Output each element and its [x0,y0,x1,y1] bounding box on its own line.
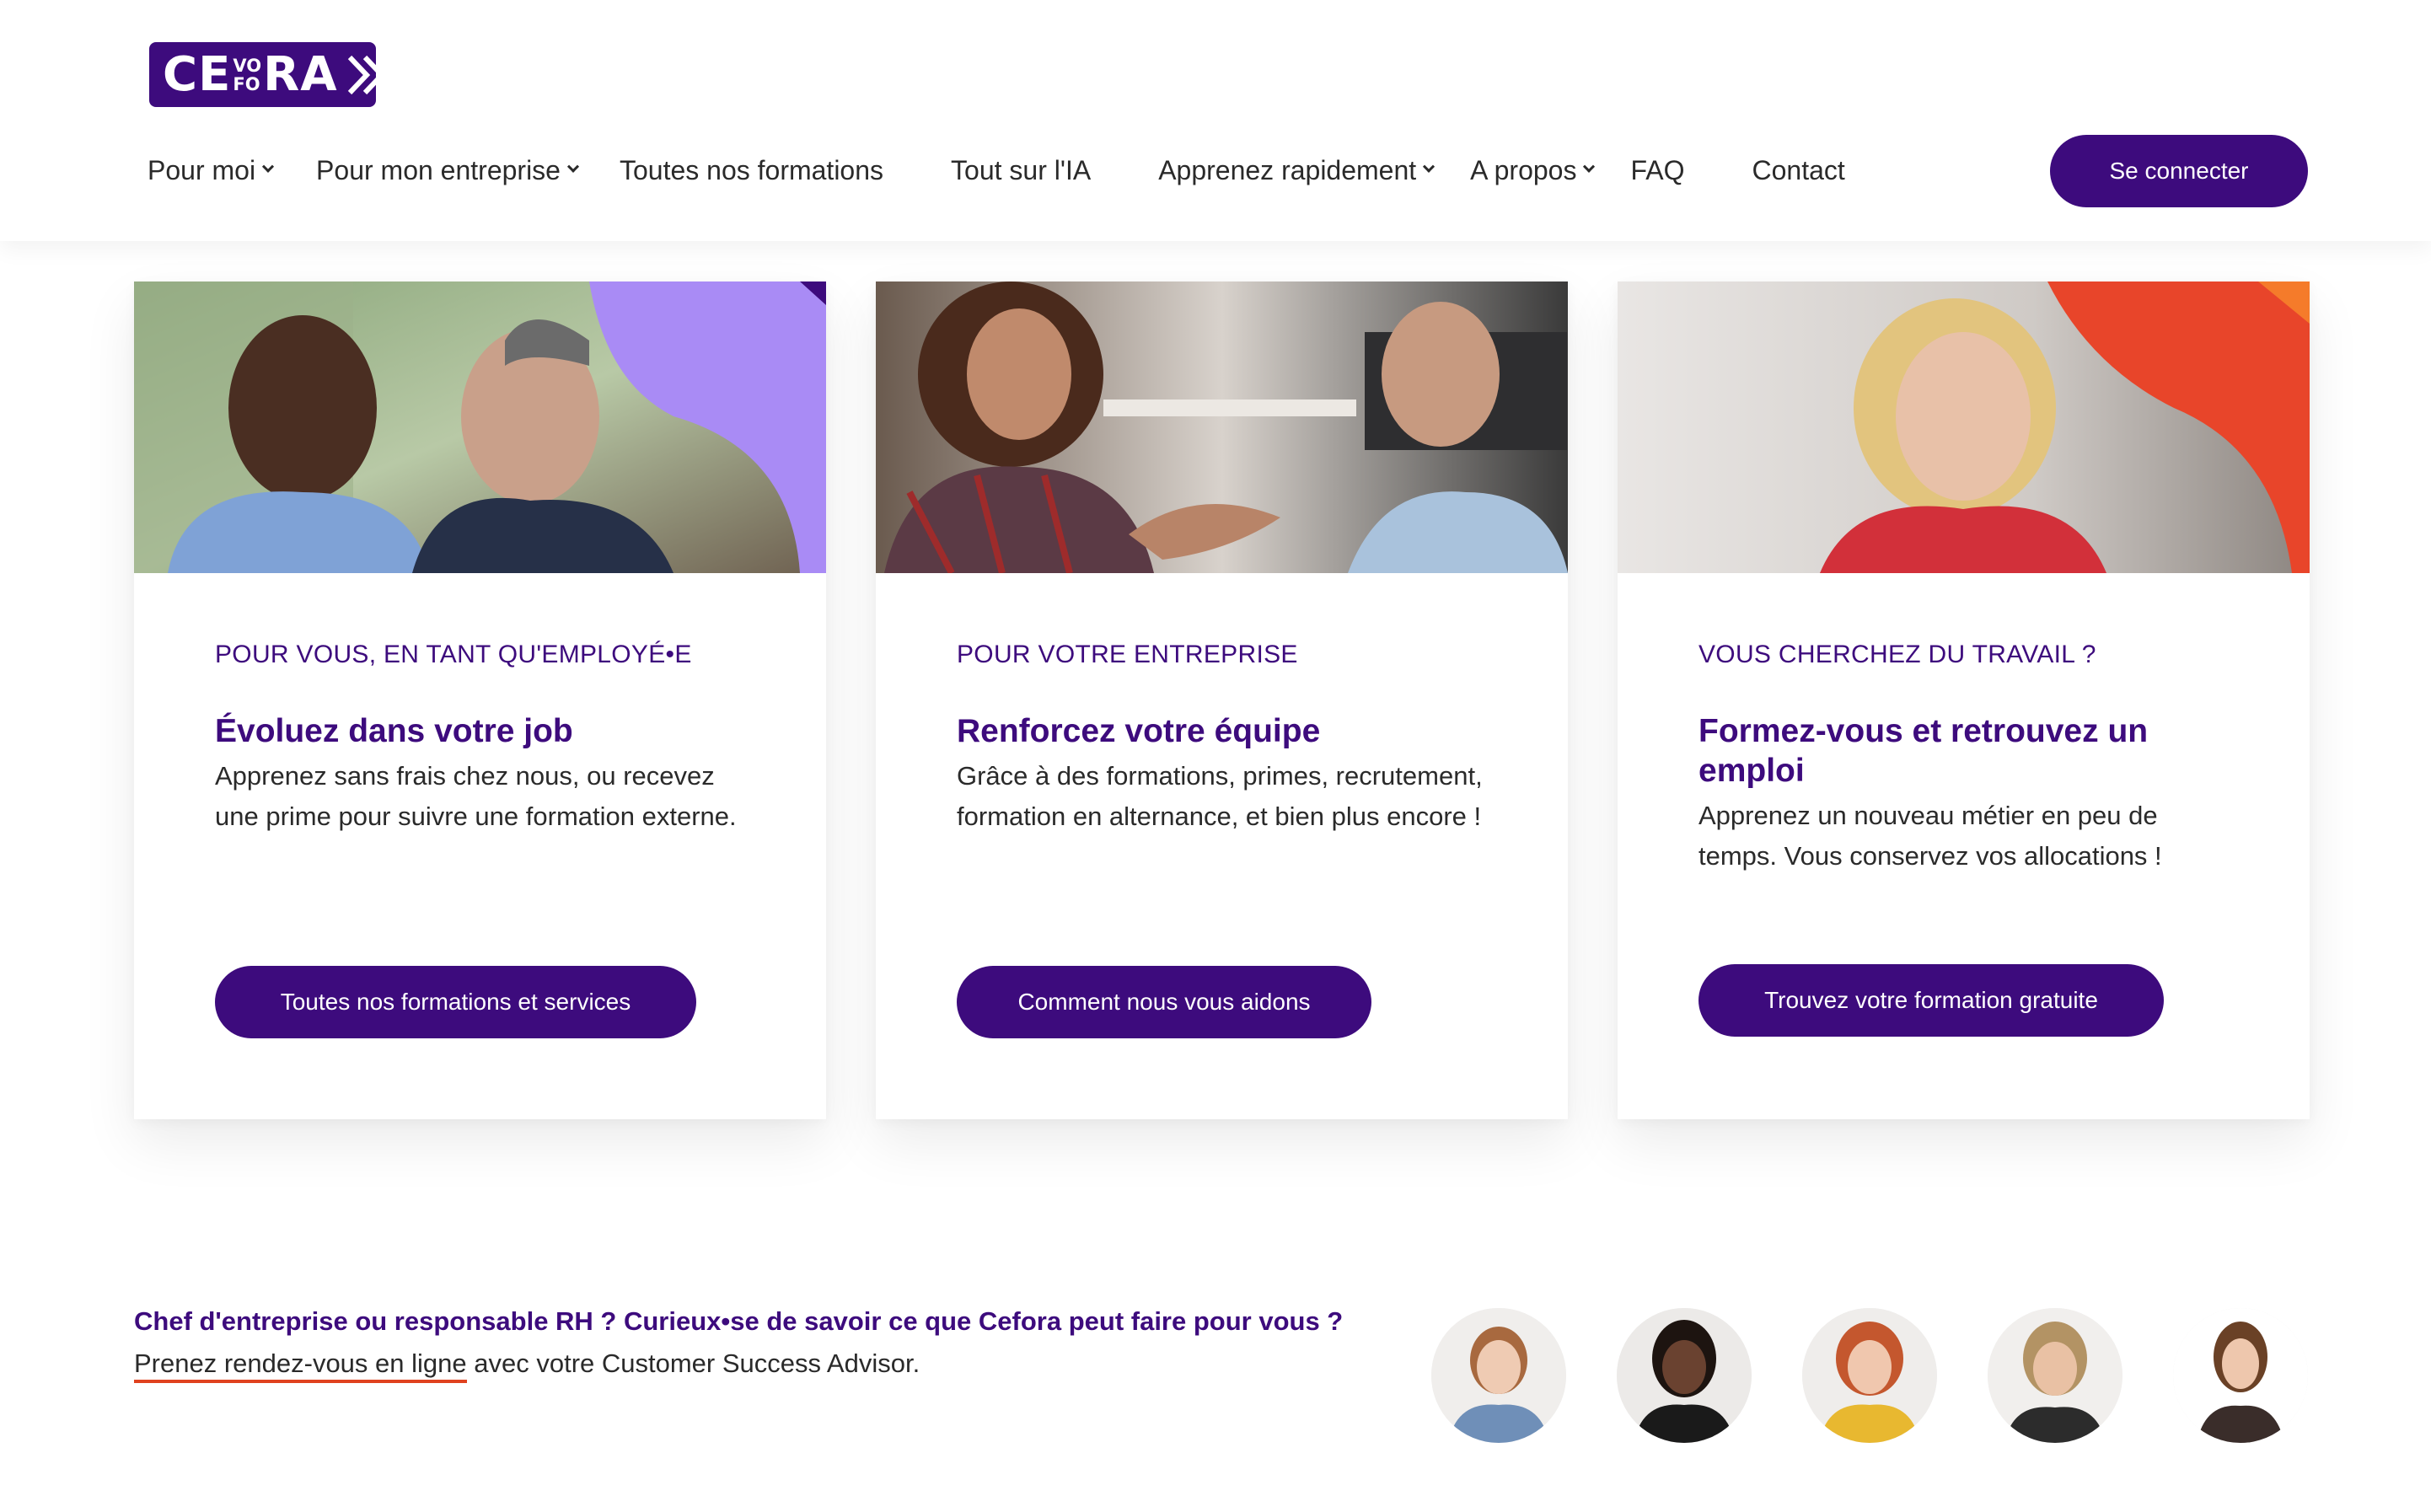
nav-toutes-nos-formations[interactable]: Toutes nos formations [620,145,883,196]
card-body: VOUS CHERCHEZ DU TRAVAIL ? Formez-vous e… [1698,641,2229,877]
card-text: Grâce à des formations, primes, recrutem… [957,761,1483,831]
chevron-down-icon [1583,160,1596,173]
card-company: POUR VOTRE ENTREPRISE Renforcez votre éq… [876,281,1568,1119]
advisor-avatar [1431,1308,1566,1443]
chevron-down-icon [261,160,275,173]
cefora-logo[interactable]: CE VO FO RA [149,42,400,107]
logo-text-left: CE [163,47,232,102]
card-title: Renforcez votre équipe [957,713,1321,749]
card-body: POUR VOTRE ENTREPRISE Renforcez votre éq… [957,641,1487,837]
nav-pour-mon-entreprise[interactable]: Pour mon entreprise [316,145,580,196]
cta-title: Chef d'entreprise ou responsable RH ? Cu… [134,1306,1344,1336]
nav-tout-sur-ia[interactable]: Tout sur l'IA [951,145,1091,196]
card-text: Apprenez sans frais chez nous, ou receve… [215,761,737,831]
site-header: CE VO FO RA Pour moi Pour mon entreprise [0,0,2431,241]
advisor-avatar [1988,1308,2122,1443]
logo-chevrons-icon [346,54,407,96]
nav-faq[interactable]: FAQ [1630,145,1684,196]
card-title: Formez-vous et retrouvez un emploi [1698,713,2149,789]
login-button[interactable]: Se connecter [2050,135,2308,207]
card-jobseeker: VOUS CHERCHEZ DU TRAVAIL ? Formez-vous e… [1618,281,2310,1119]
card-image-employees [134,281,826,573]
find-free-training-button[interactable]: Trouvez votre formation gratuite [1698,964,2164,1037]
nav-pour-moi[interactable]: Pour moi [148,145,275,196]
advisor-avatar [2173,1308,2308,1443]
card-eyebrow: POUR VOTRE ENTREPRISE [957,641,1298,668]
card-eyebrow: POUR VOUS, EN TANT QU'EMPLOYÉ•E [215,641,692,668]
chevron-down-icon [1423,160,1436,173]
card-text: Apprenez un nouveau métier en peu de tem… [1698,801,2162,871]
cta-rest-text: avec votre Customer Success Advisor. [466,1348,920,1378]
cta-line: Prenez rendez-vous en ligne avec votre C… [134,1348,920,1383]
nav-contact[interactable]: Contact [1752,145,1844,196]
logo-text-stack: VO FO [233,55,262,94]
nav-a-propos[interactable]: A propos [1470,145,1596,196]
card-image-woman [1618,281,2310,573]
card-eyebrow: VOUS CHERCHEZ DU TRAVAIL ? [1698,641,2096,668]
main-nav: Pour moi Pour mon entreprise Toutes nos … [148,145,1845,196]
card-title: Évoluez dans votre job [215,713,573,749]
all-trainings-services-button[interactable]: Toutes nos formations et services [215,966,696,1038]
page: CE VO FO RA Pour moi Pour mon entreprise [0,0,2431,1512]
logo-text-right: RA [263,47,338,102]
chevron-down-icon [566,160,580,173]
how-we-help-button[interactable]: Comment nous vous aidons [957,966,1371,1038]
advisor-avatar [1802,1308,1937,1443]
nav-apprenez-rapidement[interactable]: Apprenez rapidement [1158,145,1436,196]
book-appointment-link[interactable]: Prenez rendez-vous en ligne [134,1348,467,1383]
card-image-handshake [876,281,1568,573]
card-employee: POUR VOUS, EN TANT QU'EMPLOYÉ•E Évoluez … [134,281,826,1119]
advisor-avatar [1617,1308,1752,1443]
card-body: POUR VOUS, EN TANT QU'EMPLOYÉ•E Évoluez … [215,641,745,837]
